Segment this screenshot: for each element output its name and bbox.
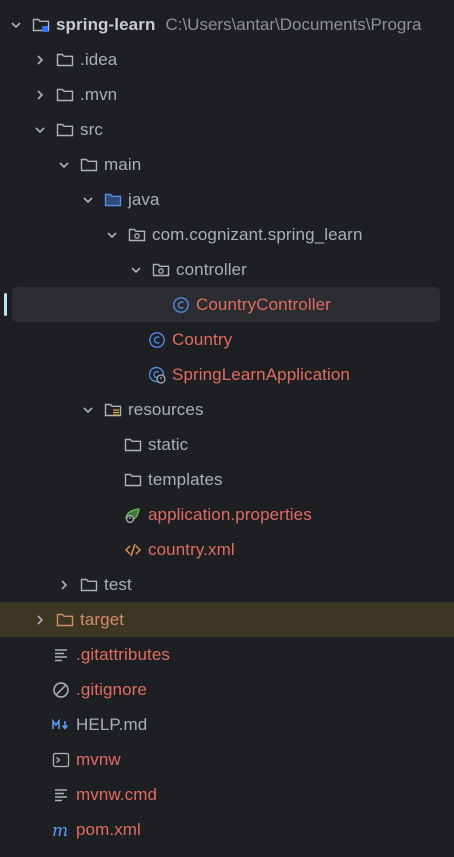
module-folder-icon [32, 16, 50, 34]
chevron-right-icon[interactable] [32, 52, 48, 68]
project-tree: spring-learn C:\Users\antar\Documents\Pr… [0, 0, 454, 857]
node-label: application.properties [148, 504, 312, 524]
maven-icon: m [52, 821, 70, 839]
tree-node-src[interactable]: src [0, 112, 454, 147]
tree-node-country-controller[interactable]: CountryController [12, 287, 440, 322]
tree-node-target[interactable]: target [0, 602, 454, 637]
tree-node-mvn[interactable]: .mvn [0, 77, 454, 112]
chevron-right-icon[interactable] [32, 612, 48, 628]
tree-node-java[interactable]: java [0, 182, 454, 217]
chevron-down-icon[interactable] [80, 192, 96, 208]
folder-icon [56, 86, 74, 104]
node-label: Country [172, 329, 233, 349]
folder-icon [56, 51, 74, 69]
node-label: static [148, 434, 189, 454]
node-label: test [104, 574, 132, 594]
folder-icon [124, 471, 142, 489]
source-root-icon [104, 191, 122, 209]
svg-text:m: m [52, 821, 68, 839]
ignore-file-icon [52, 681, 70, 699]
node-label: .gitattributes [76, 644, 171, 664]
node-label: pom.xml [76, 819, 141, 839]
node-label: resources [128, 399, 204, 419]
package-icon [128, 226, 146, 244]
tree-node-idea[interactable]: .idea [0, 42, 454, 77]
tree-node-mvnw[interactable]: mvnw [0, 742, 454, 777]
node-label: SpringLearnApplication [172, 364, 350, 384]
class-icon [148, 331, 166, 349]
tree-node-test[interactable]: test [0, 567, 454, 602]
tree-node-package[interactable]: com.cognizant.spring_learn [0, 217, 454, 252]
folder-icon [56, 121, 74, 139]
node-label: HELP.md [76, 714, 148, 734]
tree-node-mvnw-cmd[interactable]: mvnw.cmd [0, 777, 454, 812]
tree-node-main[interactable]: main [0, 147, 454, 182]
tree-node-spring-learn[interactable]: spring-learn C:\Users\antar\Documents\Pr… [0, 7, 454, 42]
tree-node-resources[interactable]: resources [0, 392, 454, 427]
tree-node-gitattributes[interactable]: .gitattributes [0, 637, 454, 672]
tree-node-pom-xml[interactable]: m pom.xml [0, 812, 454, 847]
text-file-icon [52, 646, 70, 664]
folder-icon [80, 576, 98, 594]
chevron-down-icon[interactable] [32, 122, 48, 138]
focus-marker [4, 293, 7, 316]
root-label: spring-learn [56, 14, 156, 34]
tree-node-application-properties[interactable]: application.properties [0, 497, 454, 532]
folder-icon [124, 436, 142, 454]
chevron-right-icon[interactable] [56, 577, 72, 593]
root-path: C:\Users\antar\Documents\Progra [165, 14, 422, 34]
node-label: templates [148, 469, 223, 489]
markdown-icon [52, 716, 70, 734]
node-label: com.cognizant.spring_learn [152, 224, 363, 244]
node-label: .gitignore [76, 679, 147, 699]
node-label: mvnw.cmd [76, 784, 158, 804]
tree-node-help-md[interactable]: HELP.md [0, 707, 454, 742]
node-label: .mvn [80, 84, 118, 104]
spring-boot-app-icon [148, 366, 166, 384]
node-label: CountryController [196, 294, 331, 314]
chevron-down-icon[interactable] [128, 262, 144, 278]
tree-node-spring-learn-application[interactable]: SpringLearnApplication [0, 357, 454, 392]
tree-node-templates[interactable]: templates [0, 462, 454, 497]
node-label: main [104, 154, 142, 174]
tree-node-gitignore[interactable]: .gitignore [0, 672, 454, 707]
tree-node-country-xml[interactable]: country.xml [0, 532, 454, 567]
chevron-down-icon[interactable] [8, 17, 24, 33]
tree-node-controller[interactable]: controller [0, 252, 454, 287]
tree-node-country[interactable]: Country [0, 322, 454, 357]
shell-script-icon [52, 751, 70, 769]
tree-node-static[interactable]: static [0, 427, 454, 462]
folder-icon [80, 156, 98, 174]
node-label: country.xml [148, 539, 235, 559]
node-label: mvnw [76, 749, 121, 769]
chevron-right-icon[interactable] [32, 87, 48, 103]
resources-root-icon [104, 401, 122, 419]
selected-row-wrapper: CountryController [0, 287, 454, 322]
excluded-folder-icon [56, 611, 74, 629]
text-file-icon [52, 786, 70, 804]
node-label: controller [176, 259, 247, 279]
class-icon [172, 296, 190, 314]
chevron-down-icon[interactable] [56, 157, 72, 173]
node-label: java [128, 189, 160, 209]
node-label: .idea [80, 49, 118, 69]
chevron-down-icon[interactable] [104, 227, 120, 243]
node-label: src [80, 119, 103, 139]
xml-icon [124, 541, 142, 559]
node-label: target [80, 609, 125, 629]
chevron-down-icon[interactable] [80, 402, 96, 418]
package-icon [152, 261, 170, 279]
spring-properties-icon [124, 506, 142, 524]
